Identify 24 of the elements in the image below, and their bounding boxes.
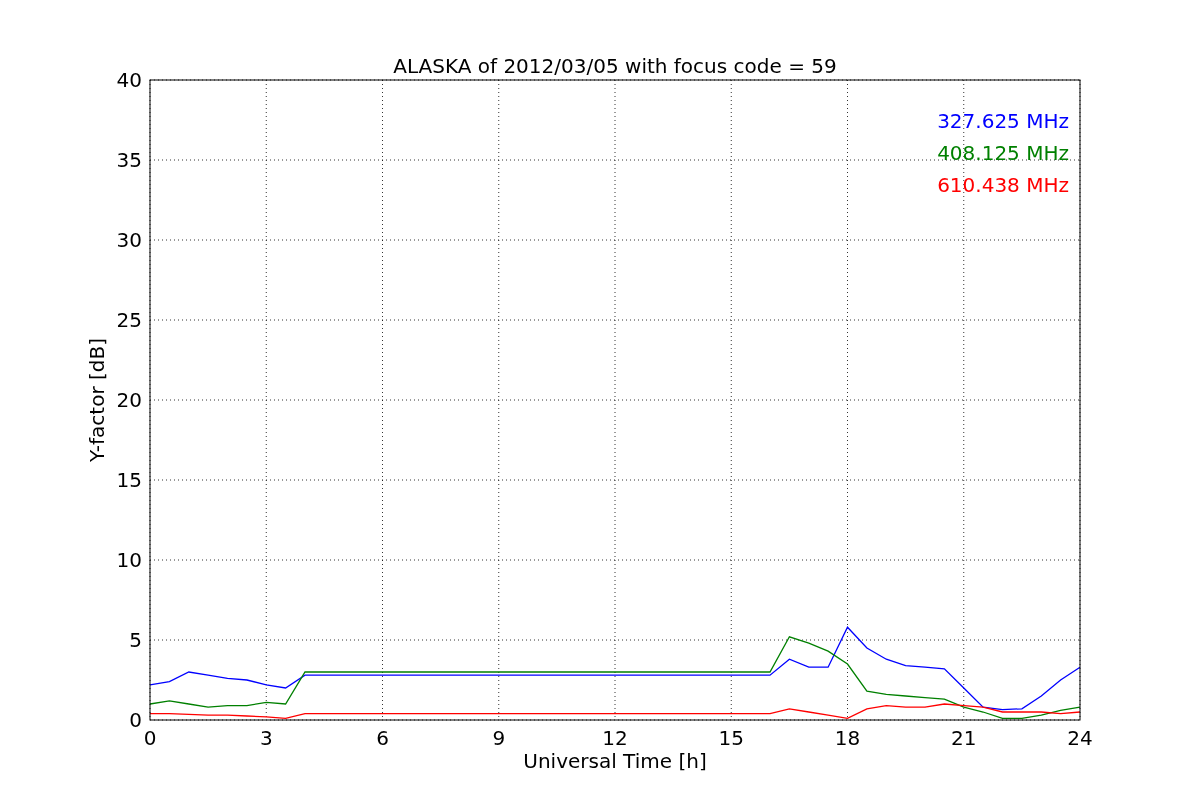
x-tick-label: 9 bbox=[492, 726, 506, 750]
y-tick-label: 30 bbox=[116, 228, 142, 252]
x-tick-label: 18 bbox=[834, 726, 861, 750]
y-tick-label: 10 bbox=[116, 548, 142, 572]
y-tick-label: 15 bbox=[116, 468, 142, 492]
legend-label: 408.125 MHz bbox=[937, 141, 1069, 165]
x-tick-label: 6 bbox=[376, 726, 389, 750]
x-tick-label: 21 bbox=[951, 726, 977, 750]
chart-title: ALASKA of 2012/03/05 with focus code = 59 bbox=[393, 54, 837, 78]
y-tick-label: 5 bbox=[129, 628, 142, 652]
x-axis-label: Universal Time [h] bbox=[523, 749, 707, 773]
y-tick-label: 25 bbox=[116, 308, 142, 332]
x-tick-label: 0 bbox=[143, 726, 157, 750]
y-axis-label: Y-factor [dB] bbox=[85, 338, 109, 462]
y-tick-label: 35 bbox=[116, 148, 142, 172]
y-tick-label: 0 bbox=[129, 708, 142, 732]
y-tick-label: 20 bbox=[116, 388, 142, 412]
x-tick-label: 3 bbox=[259, 726, 273, 750]
x-tick-label: 15 bbox=[718, 726, 744, 750]
legend-label: 327.625 MHz bbox=[937, 109, 1069, 133]
y-tick-label: 40 bbox=[116, 68, 142, 92]
x-tick-label: 24 bbox=[1067, 726, 1093, 750]
legend-label: 610.438 MHz bbox=[937, 173, 1069, 197]
x-tick-label: 12 bbox=[602, 726, 628, 750]
